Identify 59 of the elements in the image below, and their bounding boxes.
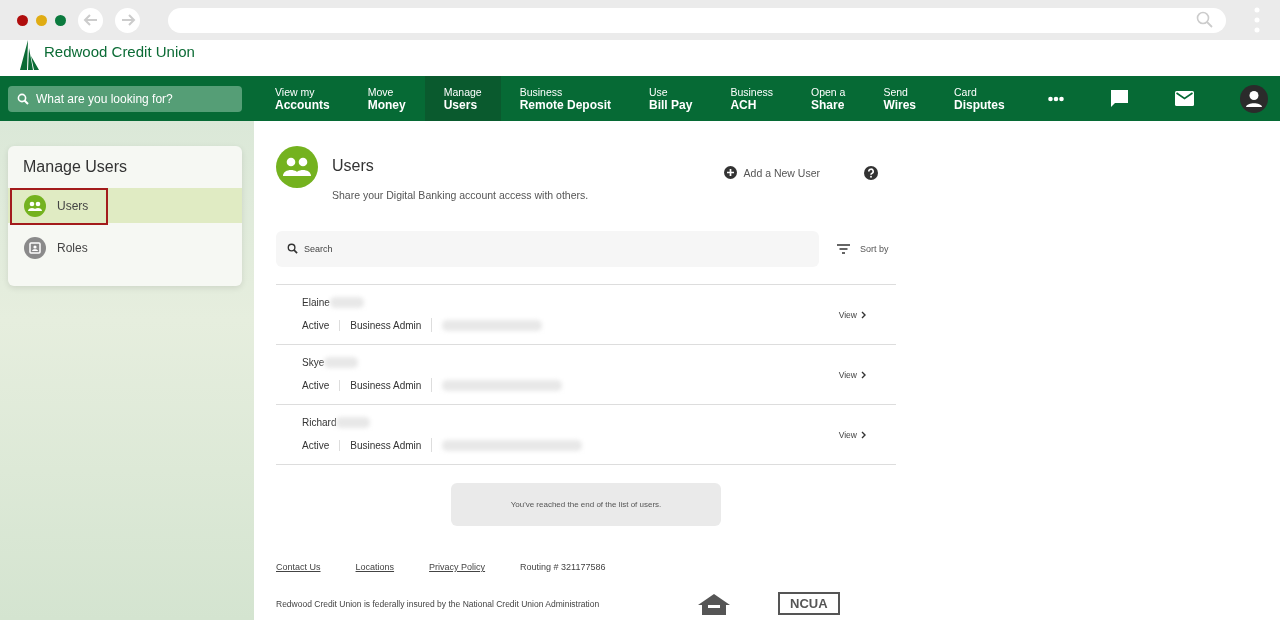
chevron-right-icon [861, 370, 866, 379]
footer-link[interactable]: Privacy Policy [429, 562, 486, 572]
nav-tab[interactable]: View my Accounts [256, 76, 349, 121]
user-role: Business Admin [339, 379, 432, 391]
maximize-dot[interactable] [55, 14, 66, 26]
user-first-name: Skye [302, 357, 325, 368]
add-user-link[interactable]: Add a New User [723, 166, 820, 179]
sidebar-item[interactable]: Users [8, 188, 242, 223]
sort-button[interactable]: Sort by [837, 244, 889, 254]
mail-icon[interactable] [1175, 91, 1194, 106]
search-icon [1196, 11, 1214, 29]
user-role: Business Admin [339, 319, 432, 331]
nav-tab[interactable]: Open a Share [792, 76, 865, 121]
chat-bubble-icon[interactable] [1110, 89, 1129, 108]
search-field[interactable]: What are you looking for? [8, 85, 242, 112]
nav-tab[interactable]: Business Remote Deposit [500, 76, 630, 121]
user-role: Business Admin [339, 439, 432, 451]
view-link[interactable]: View [838, 369, 866, 380]
filter-icon [837, 244, 850, 254]
page-title: Users [332, 157, 375, 175]
people-icon [24, 194, 46, 217]
view-link[interactable]: View [838, 429, 866, 440]
page-subtitle: Share your Digital Banking account access with others. [332, 189, 589, 201]
nav-tab[interactable]: Use Bill Pay [630, 76, 712, 121]
ncua-logo: NCUA [778, 592, 840, 615]
plus-circle-icon [723, 166, 737, 179]
minimize-dot[interactable] [36, 14, 47, 26]
user-status: Active [302, 319, 331, 331]
profile-icon[interactable] [1240, 84, 1268, 113]
user-status: Active [302, 379, 331, 391]
more-icon[interactable] [1048, 95, 1064, 102]
help-icon[interactable] [864, 166, 878, 180]
end-of-list-message: You've reached the end of the list of users. [451, 483, 721, 526]
user-status: Active [302, 439, 331, 451]
sidebar-item[interactable]: Roles [8, 230, 242, 265]
house-icon [696, 592, 732, 615]
user-first-name: Richard [302, 417, 337, 428]
brand-name: Redwood Credit Union [44, 43, 195, 60]
close-dot[interactable] [17, 14, 28, 26]
view-link[interactable]: View [838, 309, 866, 320]
routing-number: Routing # 321177586 [520, 562, 606, 572]
sidebar-title: Manage Users [22, 158, 129, 177]
nav-tab[interactable]: Card Disputes [935, 76, 1024, 121]
user-first-name: Elaine [302, 297, 330, 308]
search-icon [17, 92, 29, 105]
nav-tab[interactable]: Move Money [348, 76, 425, 121]
footer-link[interactable]: Contact Us [276, 562, 321, 572]
insurance-disclaimer: Redwood Credit Union is federally insured by the National Credit Union Administration [276, 598, 601, 609]
chevron-right-icon [861, 310, 866, 319]
id-card-icon [24, 236, 46, 259]
search-icon [287, 243, 298, 254]
nav-tab[interactable]: Manage Users [424, 76, 501, 121]
chevron-right-icon [861, 430, 866, 439]
nav-tab[interactable]: Business ACH [711, 76, 792, 121]
footer-link[interactable]: Locations [355, 562, 395, 572]
search-field[interactable]: Search [276, 231, 819, 267]
tree-logo-icon [20, 40, 40, 70]
people-icon [276, 146, 318, 188]
nav-tab[interactable]: Send Wires [864, 76, 935, 121]
